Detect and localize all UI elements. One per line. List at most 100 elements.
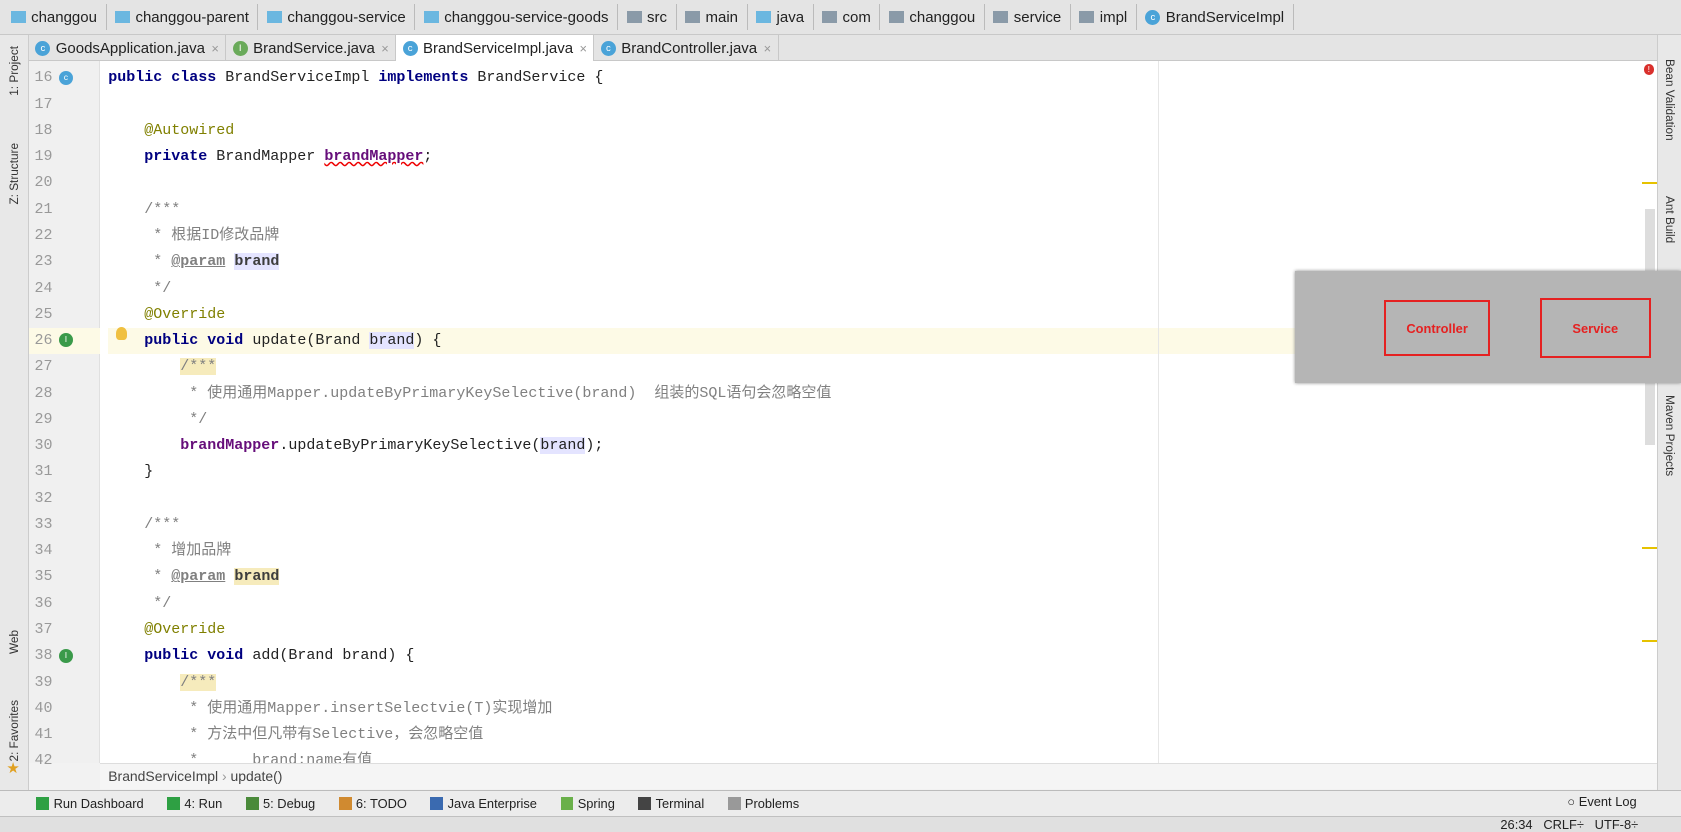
scroll-marker[interactable] [1642,546,1658,549]
tab-goodsapplication[interactable]: c GoodsApplication.java × [29,35,227,62]
breadcrumb-item[interactable]: java [752,4,814,31]
right-margin-guide [1157,61,1159,764]
structure-tool-button[interactable]: Z: Structure [8,143,21,205]
file-encoding[interactable]: UTF-8÷ [1595,817,1639,832]
tab-label: BrandController.java [621,39,758,57]
event-log-button[interactable]: ○ Event Log [1567,794,1636,809]
line-separator[interactable]: CRLF÷ [1543,817,1584,832]
code-token: BrandServiceImpl [225,69,379,87]
ant-build-tool-button[interactable]: Ant Build [1663,196,1676,243]
breadcrumb-item[interactable]: changgou [885,4,985,31]
line-number: 40 [34,699,53,717]
code-token: * 使用通用Mapper.insertSelectvie(T)实现增加 [108,699,553,717]
editor-tabs: c GoodsApplication.java × I BrandService.jav… [28,35,1659,62]
breadcrumb-item[interactable]: main [681,4,748,31]
code-token: public void [144,647,253,665]
breadcrumb-item[interactable]: changgou-parent [111,4,259,31]
toolwindow-java-enterprise[interactable]: Java Enterprise [430,796,537,811]
toolwindow-run[interactable]: 4: Run [167,796,222,811]
breadcrumb-class[interactable]: BrandServiceImpl [108,768,218,784]
spring-icon [560,797,574,810]
lightbulb-icon[interactable] [115,326,127,340]
code-editor[interactable]: public class BrandServiceImpl implements… [99,61,1658,764]
maven-projects-tool-button[interactable]: Maven Projects [1663,395,1676,476]
toolwindow-terminal[interactable]: Terminal [638,796,704,811]
tab-brandservice[interactable]: I BrandService.java × [226,35,397,62]
toolwindow-label: Problems [744,795,800,811]
tab-label: BrandService.java [253,39,375,57]
folder-icon [685,11,701,24]
breadcrumb-item[interactable]: c BrandServiceImpl [1141,4,1294,31]
breadcrumb-item[interactable]: com [818,4,881,31]
breadcrumb-item[interactable]: changgou [6,4,107,31]
line-number: 27 [34,358,53,376]
scroll-marker[interactable] [1642,640,1658,643]
toolwindow-debug[interactable]: 5: Debug [245,796,315,811]
breadcrumb-item[interactable]: changgou-service-goods [420,4,619,31]
close-icon[interactable]: × [381,41,389,56]
code-line: * 使用通用Mapper.updateByPrimaryKeySelective… [108,381,831,407]
code-token: /*** [180,673,217,691]
code-token: brand [234,253,280,271]
line-number: 29 [34,410,53,428]
toolwindow-problems[interactable]: Problems [727,795,800,811]
code-line: @Autowired [108,118,234,144]
project-tool-button[interactable]: 1: Project [8,46,21,96]
breadcrumb-item[interactable]: service [989,4,1071,31]
line-number: 33 [34,515,53,533]
tab-brandcontroller[interactable]: c BrandController.java × [594,35,779,62]
class-icon: c [600,40,616,56]
toolwindow-spring[interactable]: Spring [560,796,615,811]
close-icon[interactable]: × [211,41,219,56]
toolwindow-run-dashboard[interactable]: Run Dashboard [36,796,144,811]
toolwindow-todo[interactable]: 6: TODO [338,796,407,811]
code-token: ); [585,437,604,455]
line-number: 19 [34,148,53,166]
web-tool-button[interactable]: Web [8,630,21,654]
tab-brandserviceimpl[interactable]: c BrandServiceImpl.java × [396,35,595,62]
close-icon[interactable]: × [580,41,588,56]
breadcrumb-item[interactable]: changgou-service [263,4,416,31]
spring-boot-class-icon: c [35,40,51,56]
breadcrumb-label: com [842,8,871,26]
code-token: /*** [144,515,181,533]
code-line: @Override [108,617,225,643]
line-number: 25 [34,305,53,323]
favorites-tool-button[interactable]: 2: Favorites [8,700,21,762]
class-icon: c [1145,9,1161,25]
breadcrumb-label: changgou [909,8,976,26]
code-token: */ [108,410,208,428]
code-line: brandMapper.updateByPrimaryKeySelective(… [108,433,603,459]
close-icon[interactable]: × [764,41,772,56]
code-token: @param [171,568,226,586]
line-number: 41 [34,726,53,744]
error-indicator-icon[interactable]: ! [1643,64,1655,76]
status-bar: 26:34 CRLF÷ UTF-8÷ [0,815,1681,832]
override-marker-icon[interactable]: I [58,648,73,663]
breadcrumb-item[interactable]: src [622,4,677,31]
bean-validation-tool-button[interactable]: Bean Validation [1663,59,1676,141]
caret-position[interactable]: 26:34 [1500,817,1532,832]
breadcrumb-item[interactable]: impl [1075,4,1137,31]
breadcrumb-label: BrandServiceImpl [1165,8,1285,26]
run-icon [36,797,50,810]
folder-icon [423,11,439,24]
code-token: * 使用通用Mapper.updateByPrimaryKeySelective… [108,384,832,402]
breadcrumb-method[interactable]: update() [231,768,283,784]
implementation-marker-icon[interactable]: c [58,70,73,85]
code-token: brand [540,437,586,455]
code-line: /*** [108,354,217,380]
code-line: * brand:name有值 [108,748,372,763]
folder-icon [889,11,904,24]
line-number: 17 [34,95,53,113]
scroll-marker[interactable] [1642,182,1658,185]
code-token: /*** [180,358,217,376]
breadcrumb-label: main [705,8,739,26]
code-line: public class BrandServiceImpl implements… [108,65,603,91]
